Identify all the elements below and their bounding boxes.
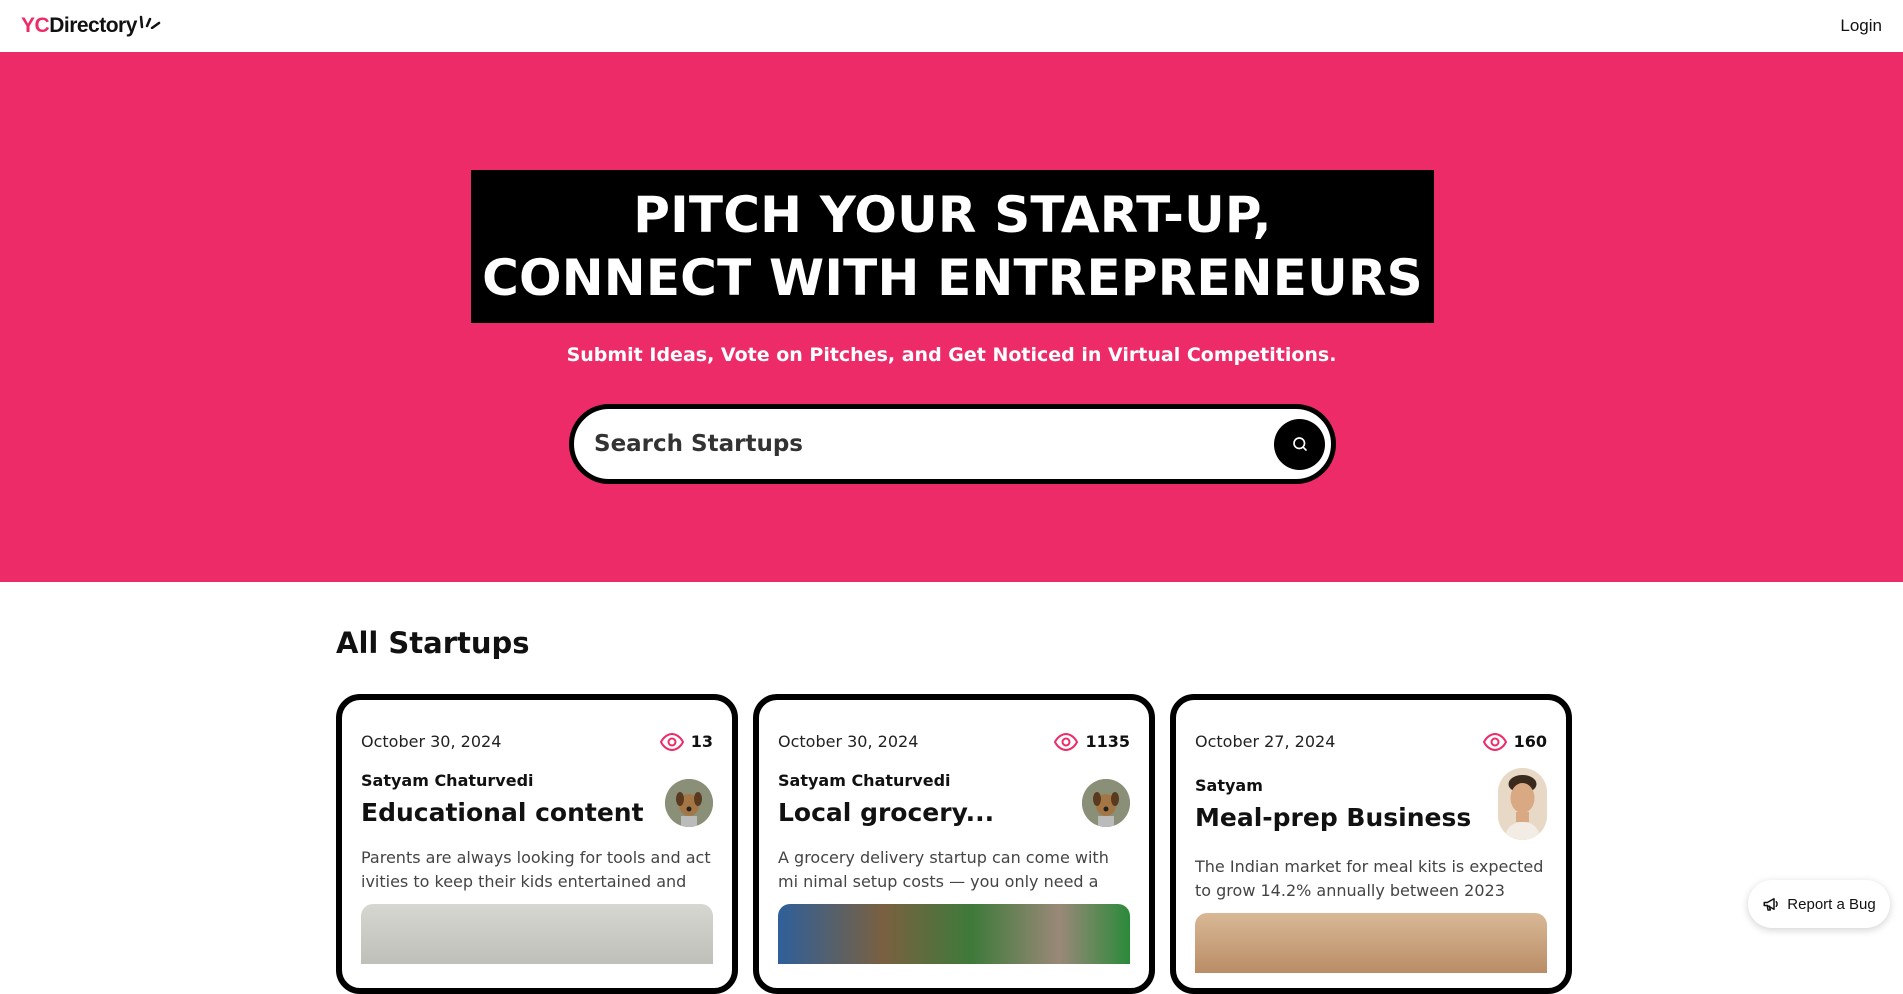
card-header: October 27, 2024 160 — [1195, 732, 1547, 751]
search-form — [569, 404, 1336, 484]
startup-card[interactable]: October 30, 2024 1135 Satyam Chaturvedi … — [753, 694, 1155, 994]
card-description: The Indian market for meal kits is expec… — [1195, 857, 1544, 900]
megaphone-icon — [1763, 898, 1779, 911]
hero-headline: PITCH YOUR START-UP, CONNECT WITH ENTREP… — [471, 170, 1434, 323]
search-input[interactable] — [594, 431, 1274, 457]
card-title[interactable]: Educational content — [361, 798, 644, 827]
views-count: 1135 — [1085, 732, 1130, 751]
startup-card[interactable]: October 27, 2024 160 Satyam Meal-prep Bu… — [1170, 694, 1572, 994]
card-header: October 30, 2024 1135 — [778, 732, 1130, 751]
card-image[interactable] — [778, 904, 1130, 964]
card-description: Parents are always looking for tools and… — [361, 848, 711, 891]
report-bug-label: Report a Bug — [1787, 895, 1876, 913]
search-button[interactable] — [1274, 418, 1325, 470]
card-views: 13 — [659, 732, 713, 751]
hero-subtitle: Submit Ideas, Vote on Pitches, and Get N… — [566, 344, 1337, 366]
navbar: YC Directory Login — [0, 0, 1903, 52]
hero-section: PITCH YOUR START-UP, CONNECT WITH ENTREP… — [0, 52, 1903, 582]
author-avatar[interactable] — [1498, 768, 1547, 840]
author-avatar[interactable] — [665, 779, 713, 827]
card-views: 1135 — [1054, 732, 1130, 751]
card-image[interactable] — [361, 904, 713, 964]
section-title: All Startups — [336, 626, 530, 660]
avatar-dog-icon — [1082, 779, 1130, 827]
eye-icon — [659, 732, 684, 751]
eye-icon — [1054, 732, 1079, 751]
card-author[interactable]: Satyam Chaturvedi — [361, 771, 534, 790]
card-description: A grocery delivery startup can come with… — [778, 848, 1109, 891]
card-header: October 30, 2024 13 — [361, 732, 713, 751]
card-views: 160 — [1482, 732, 1547, 751]
startup-card[interactable]: October 30, 2024 13 Satyam Chaturvedi Ed… — [336, 694, 738, 994]
card-date: October 30, 2024 — [778, 732, 919, 751]
author-avatar[interactable] — [1082, 779, 1130, 827]
card-title[interactable]: Local grocery... — [778, 798, 994, 827]
views-count: 13 — [690, 732, 713, 751]
logo-yc: YC — [21, 14, 50, 37]
login-link[interactable]: Login — [1840, 16, 1882, 36]
report-bug-button[interactable]: Report a Bug — [1748, 880, 1890, 928]
logo[interactable]: YC Directory — [21, 14, 161, 38]
avatar-person-icon — [1498, 768, 1547, 840]
views-count: 160 — [1513, 732, 1547, 751]
headline-line-1: PITCH YOUR START-UP, — [633, 185, 1272, 244]
card-author[interactable]: Satyam — [1195, 776, 1263, 795]
search-icon — [1292, 437, 1307, 451]
card-date: October 30, 2024 — [361, 732, 502, 751]
headline-line-2: CONNECT WITH ENTREPRENEURS — [482, 248, 1423, 307]
card-title[interactable]: Meal-prep Business — [1195, 803, 1471, 832]
card-date: October 27, 2024 — [1195, 732, 1336, 751]
logo-spark-icon — [139, 15, 161, 29]
card-image[interactable] — [1195, 913, 1547, 973]
avatar-dog-icon — [665, 779, 713, 827]
eye-icon — [1482, 732, 1507, 751]
logo-directory: Directory — [49, 14, 137, 37]
card-author[interactable]: Satyam Chaturvedi — [778, 771, 951, 790]
